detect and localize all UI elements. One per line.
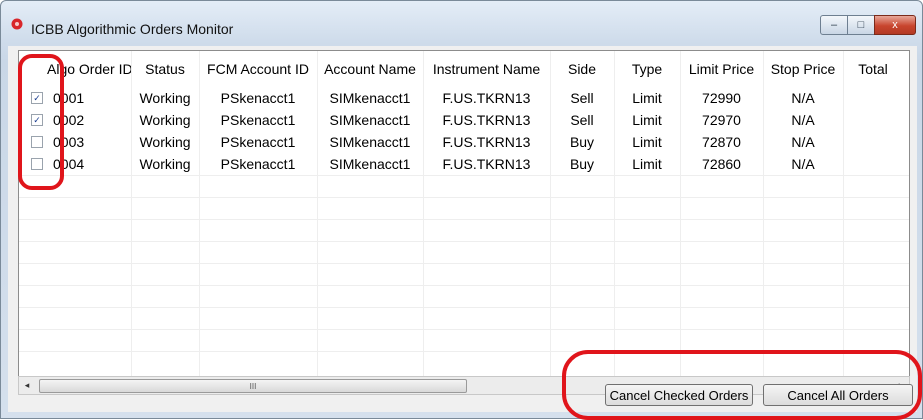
cell-stop-price: N/A bbox=[791, 112, 815, 128]
title-bar[interactable]: ICBB Algorithmic Orders Monitor – □ x bbox=[1, 1, 922, 37]
scroll-thumb[interactable]: III bbox=[39, 379, 467, 393]
cell-account-name: SIMkenacct1 bbox=[329, 90, 411, 106]
column-header-total[interactable]: Total bbox=[843, 51, 903, 87]
highlight-checkbox-column bbox=[18, 54, 64, 190]
cell-stop-price: N/A bbox=[791, 134, 815, 150]
cell-side: Buy bbox=[569, 156, 595, 172]
cell-account-name: SIMkenacct1 bbox=[329, 112, 411, 128]
cell-limit-price: 72970 bbox=[702, 112, 741, 128]
cell-fcm-account: PSkenacct1 bbox=[220, 134, 296, 150]
cell-status: Working bbox=[139, 112, 191, 128]
grid-divider bbox=[19, 175, 909, 176]
table-row[interactable]: ✓ 0002 Working PSkenacct1 SIMkenacct1 F.U… bbox=[19, 109, 909, 131]
orders-grid[interactable]: Algo Order ID Status FCM Account ID Acco… bbox=[18, 50, 910, 378]
grid-divider bbox=[19, 329, 909, 330]
column-header-account-name[interactable]: Account Name bbox=[317, 51, 423, 87]
cell-account-name: SIMkenacct1 bbox=[329, 156, 411, 172]
cell-side: Sell bbox=[570, 112, 594, 128]
column-header-type[interactable]: Type bbox=[614, 51, 680, 87]
cell-instrument: F.US.TKRN13 bbox=[442, 134, 531, 150]
window-title: ICBB Algorithmic Orders Monitor bbox=[31, 21, 234, 37]
grid-divider bbox=[19, 219, 909, 220]
cell-instrument: F.US.TKRN13 bbox=[442, 156, 531, 172]
column-header-status[interactable]: Status bbox=[131, 51, 199, 87]
cell-instrument: F.US.TKRN13 bbox=[442, 90, 531, 106]
table-row[interactable]: 0003 Working PSkenacct1 SIMkenacct1 F.US… bbox=[19, 131, 909, 153]
cell-side: Sell bbox=[570, 90, 594, 106]
cell-status: Working bbox=[139, 90, 191, 106]
scroll-left-arrow-icon[interactable]: ◂ bbox=[19, 377, 35, 394]
cell-stop-price: N/A bbox=[791, 156, 815, 172]
highlight-cancel-buttons bbox=[562, 350, 922, 420]
maximize-button[interactable]: □ bbox=[847, 15, 875, 35]
cell-instrument: F.US.TKRN13 bbox=[442, 112, 531, 128]
cell-stop-price: N/A bbox=[791, 90, 815, 106]
cell-type: Limit bbox=[632, 134, 662, 150]
cell-limit-price: 72860 bbox=[702, 156, 741, 172]
cell-account-name: SIMkenacct1 bbox=[329, 134, 411, 150]
column-header-limit-price[interactable]: Limit Price bbox=[680, 51, 763, 87]
cell-type: Limit bbox=[632, 90, 662, 106]
close-button[interactable]: x bbox=[874, 15, 916, 35]
grid-header: Algo Order ID Status FCM Account ID Acco… bbox=[19, 51, 909, 87]
cell-fcm-account: PSkenacct1 bbox=[220, 156, 296, 172]
cell-limit-price: 72870 bbox=[702, 134, 741, 150]
cell-status: Working bbox=[139, 134, 191, 150]
grid-divider bbox=[19, 241, 909, 242]
minimize-button[interactable]: – bbox=[820, 15, 848, 35]
column-header-instrument-name[interactable]: Instrument Name bbox=[423, 51, 550, 87]
cell-fcm-account: PSkenacct1 bbox=[220, 90, 296, 106]
column-header-stop-price[interactable]: Stop Price bbox=[763, 51, 843, 87]
grid-divider bbox=[19, 263, 909, 264]
table-row[interactable]: ✓ 0001 Working PSkenacct1 SIMkenacct1 F.U… bbox=[19, 87, 909, 109]
red-gear-icon bbox=[11, 18, 23, 30]
column-header-side[interactable]: Side bbox=[550, 51, 614, 87]
cell-status: Working bbox=[139, 156, 191, 172]
cell-fcm-account: PSkenacct1 bbox=[220, 112, 296, 128]
grid-divider bbox=[19, 307, 909, 308]
cell-limit-price: 72990 bbox=[702, 90, 741, 106]
window-controls: – □ x bbox=[820, 15, 916, 35]
column-header-fcm-account-id[interactable]: FCM Account ID bbox=[199, 51, 317, 87]
cell-side: Buy bbox=[569, 134, 595, 150]
grid-divider bbox=[19, 197, 909, 198]
cell-type: Limit bbox=[632, 112, 662, 128]
table-row[interactable]: 0004 Working PSkenacct1 SIMkenacct1 F.US… bbox=[19, 153, 909, 175]
grid-divider bbox=[19, 285, 909, 286]
cell-type: Limit bbox=[632, 156, 662, 172]
